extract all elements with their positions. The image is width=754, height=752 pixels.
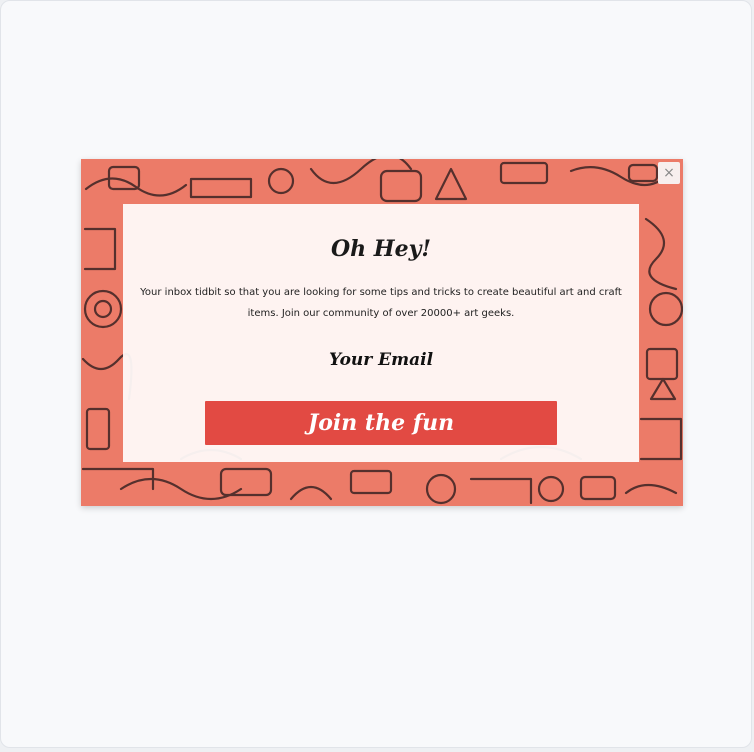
close-button[interactable]: × [658, 162, 680, 184]
join-button[interactable]: Join the fun [205, 401, 557, 445]
popup-title: Oh Hey! [330, 236, 432, 262]
content-panel: Oh Hey! Your inbox tidbit so that you ar… [123, 204, 639, 462]
popup-description: Your inbox tidbit so that you are lookin… [140, 287, 622, 319]
page-card: × Oh Hey! Your inbox tidbit so that you … [0, 0, 752, 748]
newsletter-popup: × Oh Hey! Your inbox tidbit so that you … [81, 159, 683, 506]
email-field[interactable]: Your Email [123, 350, 639, 370]
